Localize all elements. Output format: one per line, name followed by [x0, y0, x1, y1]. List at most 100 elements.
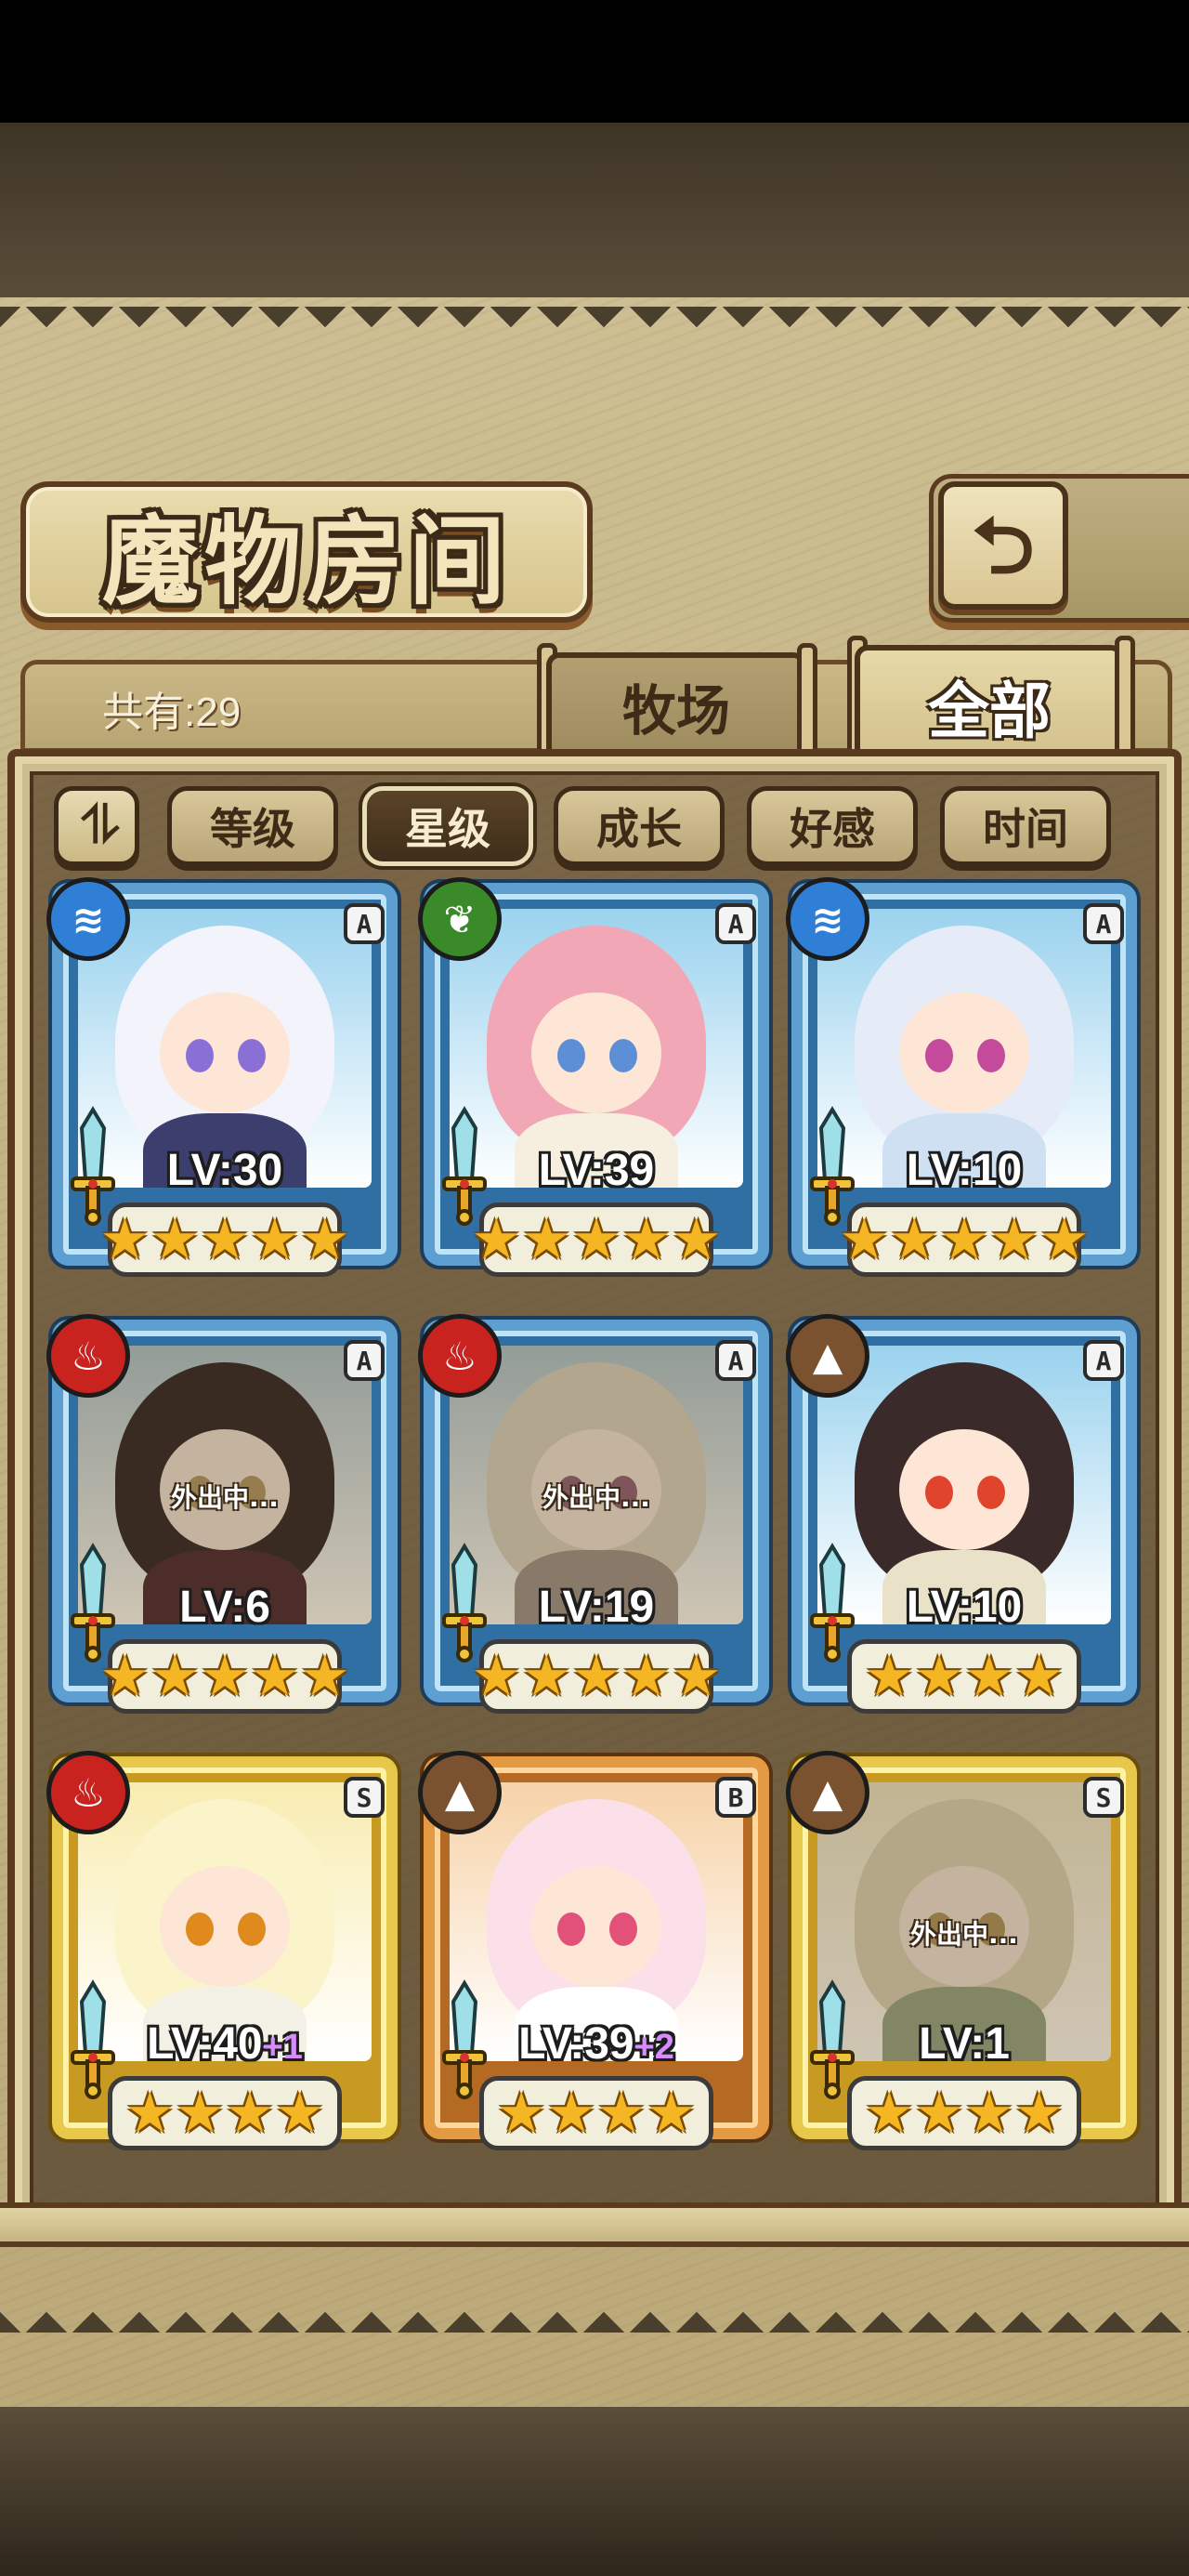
- earth-element-icon: ▲: [786, 1314, 869, 1398]
- sort-button-label: 好感: [790, 804, 875, 854]
- star-icon: ★: [274, 2081, 325, 2146]
- level-value: LV:10: [906, 1583, 1023, 1632]
- monster-level: LV:6: [52, 1582, 398, 1633]
- star-icon: ★: [914, 2081, 964, 2146]
- star-rating: ★ ★ ★ ★ ★: [100, 1203, 350, 1277]
- portrait-eye: [557, 1039, 585, 1072]
- zigzag-edge-top: [0, 307, 1189, 344]
- portrait-eye: [557, 1912, 585, 1946]
- back-arrow-icon: ⮌: [972, 500, 1035, 591]
- portrait-face: [160, 992, 290, 1113]
- monster-card[interactable]: ❦ A LV:39 ★ ★ ★ ★ ★: [418, 877, 769, 1292]
- star-icon: ★: [571, 1207, 621, 1272]
- page-title: 魔物房间: [101, 503, 511, 618]
- star-icon: ★: [225, 2081, 275, 2146]
- monster-card[interactable]: ♨ S LV:40+1 ★ ★ ★ ★: [46, 1751, 398, 2165]
- portrait-eye: [609, 1912, 637, 1946]
- star-rating: ★ ★ ★ ★: [847, 1639, 1081, 1714]
- star-icon: ★: [99, 1207, 150, 1272]
- earth-element-icon: ▲: [418, 1751, 502, 1834]
- star-icon: ★: [150, 1644, 201, 1709]
- star-icon: ★: [249, 1644, 300, 1709]
- star-icon: ★: [471, 1644, 522, 1709]
- monster-level: LV:10: [791, 1145, 1137, 1196]
- rank-badge: S: [344, 1777, 385, 1818]
- star-icon: ★: [671, 1207, 722, 1272]
- star-icon: ★: [864, 1644, 915, 1709]
- star-icon: ★: [571, 1644, 621, 1709]
- rank-badge: A: [344, 903, 385, 944]
- monster-card[interactable]: ▲ B LV:39+2 ★ ★ ★ ★: [418, 1751, 769, 2165]
- star-rating: ★ ★ ★ ★ ★: [472, 1203, 722, 1277]
- map-top-strip: [0, 123, 1189, 309]
- sort-button-level[interactable]: 等级: [167, 786, 338, 866]
- monster-card[interactable]: 外出中... ♨ A LV:19 ★ ★ ★ ★ ★: [418, 1314, 769, 1728]
- star-icon: ★: [521, 1644, 572, 1709]
- star-icon: ★: [1013, 1644, 1065, 1709]
- star-rating: ★ ★ ★ ★ ★: [472, 1639, 722, 1714]
- tab-peg: [797, 643, 817, 764]
- portrait-face: [899, 1429, 1029, 1550]
- star-icon: ★: [124, 2081, 176, 2146]
- star-icon: ★: [646, 2081, 697, 2146]
- nature-element-icon: ❦: [418, 877, 502, 961]
- star-icon: ★: [621, 1207, 672, 1272]
- monster-level: LV:19: [424, 1582, 769, 1633]
- status-bar: [0, 0, 1189, 123]
- sort-button-affection[interactable]: 好感: [747, 786, 918, 866]
- title-plaque: 魔物房间: [20, 481, 593, 623]
- portrait-face: [899, 992, 1029, 1113]
- tab-all[interactable]: 全部: [855, 645, 1124, 762]
- rank-badge: A: [1083, 903, 1124, 944]
- monster-level: LV:39: [424, 1145, 769, 1196]
- monster-card[interactable]: ≋ A LV:30 ★ ★ ★ ★ ★: [46, 877, 398, 1292]
- zigzag-edge-bottom: [0, 2295, 1189, 2333]
- monster-level: LV:10: [791, 1582, 1137, 1633]
- portrait-eye: [186, 1912, 214, 1946]
- tab-ranch[interactable]: 牧场: [546, 652, 806, 755]
- portrait-face: [531, 992, 661, 1113]
- star-icon: ★: [839, 1207, 890, 1272]
- star-icon: ★: [671, 1644, 722, 1709]
- monster-card[interactable]: 外出中... ♨ A LV:6 ★ ★ ★ ★ ★: [46, 1314, 398, 1728]
- sort-button-stars[interactable]: 星级: [362, 786, 533, 866]
- portrait-face: [160, 1866, 290, 1987]
- star-icon: ★: [175, 2081, 225, 2146]
- sort-order-toggle[interactable]: ⥮: [54, 786, 139, 866]
- rank-badge: S: [1083, 1777, 1124, 1818]
- portrait-eye: [238, 1039, 266, 1072]
- back-button[interactable]: ⮌: [938, 481, 1068, 610]
- star-icon: ★: [1039, 1207, 1090, 1272]
- sort-button-label: 成长: [596, 804, 682, 854]
- star-icon: ★: [889, 1207, 940, 1272]
- level-value: LV:1: [919, 2019, 1010, 2069]
- sort-button-growth[interactable]: 成长: [554, 786, 725, 866]
- level-value: LV:19: [538, 1583, 655, 1632]
- star-icon: ★: [496, 2081, 547, 2146]
- star-rating: ★ ★ ★ ★: [479, 2076, 713, 2150]
- star-icon: ★: [596, 2081, 647, 2146]
- star-icon: ★: [914, 1644, 964, 1709]
- level-value: LV:10: [906, 1146, 1023, 1195]
- monster-level: LV:39+2: [424, 2018, 769, 2070]
- rank-badge: A: [344, 1340, 385, 1381]
- level-value: LV:39: [538, 1146, 655, 1195]
- water-element-icon: ≋: [46, 877, 130, 961]
- monster-card[interactable]: ▲ A LV:10 ★ ★ ★ ★: [786, 1314, 1137, 1728]
- monster-card[interactable]: ≋ A LV:10 ★ ★ ★ ★ ★: [786, 877, 1137, 1292]
- star-rating: ★ ★ ★ ★: [847, 2076, 1081, 2150]
- star-icon: ★: [99, 1644, 150, 1709]
- tab-peg: [1115, 636, 1135, 756]
- rank-badge: B: [715, 1777, 756, 1818]
- earth-element-icon: ▲: [786, 1751, 869, 1834]
- star-icon: ★: [1013, 2081, 1065, 2146]
- monster-card[interactable]: 外出中... ▲ S LV:1 ★ ★ ★ ★: [786, 1751, 1137, 2165]
- portrait-eye: [925, 1039, 953, 1072]
- portrait-eye: [977, 1039, 1005, 1072]
- monster-level: LV:1: [791, 2018, 1137, 2070]
- star-icon: ★: [964, 1644, 1014, 1709]
- level-value: LV:40: [147, 2019, 263, 2069]
- sort-button-time[interactable]: 时间: [940, 786, 1111, 866]
- tab-all-label: 全部: [928, 676, 1051, 747]
- level-value: LV:39: [518, 2019, 634, 2069]
